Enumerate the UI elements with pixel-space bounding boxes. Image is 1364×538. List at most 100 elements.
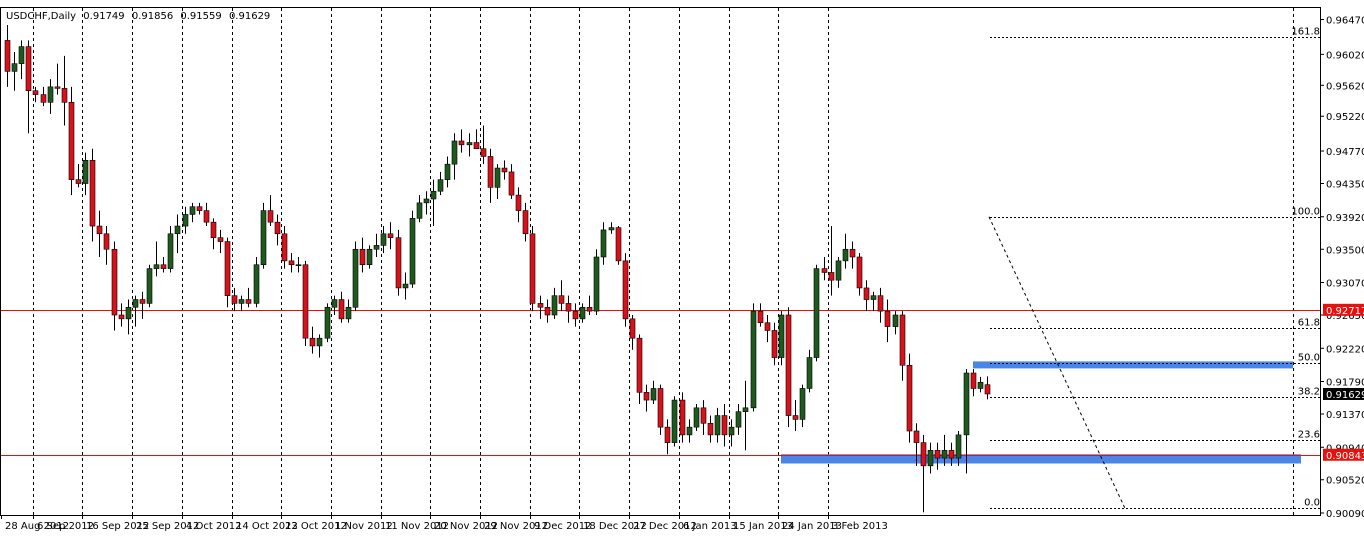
candle-body bbox=[700, 407, 707, 424]
candle bbox=[813, 264, 820, 362]
y-tick-label: 0.94770 bbox=[1326, 147, 1364, 158]
candle bbox=[792, 400, 799, 432]
candle-body bbox=[182, 214, 189, 227]
x-tick-label: 3 Feb 2013 bbox=[832, 521, 888, 532]
candle bbox=[238, 295, 245, 312]
y-tick-label: 0.92220 bbox=[1326, 344, 1364, 355]
candle bbox=[679, 392, 686, 443]
candle bbox=[430, 179, 437, 227]
fib-level-label: 50.0 bbox=[1298, 353, 1320, 364]
candle-body bbox=[480, 148, 487, 157]
candle-body bbox=[139, 299, 146, 304]
candle bbox=[387, 222, 394, 250]
candle bbox=[125, 299, 132, 335]
candle bbox=[608, 222, 615, 234]
candle bbox=[927, 442, 934, 474]
plot-border bbox=[0, 7, 1321, 516]
price-tag-label: 0.90843 bbox=[1326, 451, 1364, 462]
candle-body bbox=[96, 225, 103, 235]
candle bbox=[714, 407, 721, 443]
candle-body bbox=[671, 399, 678, 443]
candle bbox=[160, 256, 167, 273]
candle-body bbox=[941, 450, 948, 459]
candle-body bbox=[785, 314, 792, 416]
candle-body bbox=[884, 310, 891, 327]
candle-body bbox=[963, 372, 970, 436]
y-tick-label: 0.94350 bbox=[1326, 180, 1364, 191]
y-axis: 0.96470 0.96020 0.95620 0.95220 0.94770 0.943… bbox=[1320, 16, 1364, 520]
candle bbox=[331, 295, 338, 315]
candle-body bbox=[813, 268, 820, 358]
fib-level-label: 38.2 bbox=[1298, 387, 1320, 398]
y-tick-label: 0.91790 bbox=[1326, 378, 1364, 389]
candle-body bbox=[402, 283, 409, 289]
candle-body bbox=[288, 260, 295, 266]
candle bbox=[906, 353, 913, 443]
candle bbox=[508, 164, 515, 199]
candle bbox=[785, 307, 792, 428]
price-chart[interactable]: 161.8100.061.850.038.223.60.0 0.964700.9… bbox=[0, 0, 1364, 538]
candle bbox=[487, 148, 494, 203]
candle bbox=[480, 125, 487, 165]
candle-body bbox=[799, 388, 806, 420]
candle-body bbox=[32, 90, 39, 95]
candle-body bbox=[217, 237, 224, 242]
candle bbox=[806, 349, 813, 393]
y-tick-label: 0.95620 bbox=[1326, 81, 1364, 92]
candle-body bbox=[387, 233, 394, 238]
candle bbox=[735, 403, 742, 435]
candle-body bbox=[466, 142, 473, 146]
candle-body bbox=[750, 310, 757, 409]
candle bbox=[544, 299, 551, 323]
candle-body bbox=[686, 426, 693, 436]
candle-body bbox=[593, 256, 600, 312]
candle bbox=[934, 442, 941, 470]
ohlc-close: 0.91629 bbox=[229, 11, 270, 22]
candle-body bbox=[515, 194, 522, 211]
candle-body bbox=[792, 415, 799, 420]
candle-body bbox=[650, 388, 657, 401]
candle-body bbox=[721, 415, 728, 436]
candle bbox=[18, 40, 25, 80]
candle-body bbox=[537, 303, 544, 308]
candle-body bbox=[359, 248, 366, 266]
y-tick-label: 0.90520 bbox=[1326, 476, 1364, 487]
candle bbox=[778, 311, 785, 366]
candle-body bbox=[863, 287, 870, 300]
candle-body bbox=[231, 295, 238, 304]
candle bbox=[579, 303, 586, 323]
candle-body bbox=[47, 86, 54, 103]
candle-body bbox=[11, 63, 18, 72]
candle-body bbox=[757, 310, 764, 324]
candle-body bbox=[906, 364, 913, 432]
candle bbox=[182, 206, 189, 234]
candle bbox=[274, 214, 281, 246]
candle bbox=[451, 133, 458, 180]
candle-body bbox=[579, 306, 586, 320]
candle bbox=[920, 434, 927, 513]
candle-body bbox=[821, 268, 828, 273]
candle bbox=[40, 86, 47, 107]
candle-body bbox=[913, 430, 920, 443]
candle bbox=[189, 202, 196, 223]
candle bbox=[636, 334, 643, 404]
x-tick-label: 4 Oct 2012 bbox=[186, 521, 241, 532]
candle-body bbox=[61, 88, 68, 103]
candle bbox=[267, 195, 274, 227]
candle-body bbox=[955, 434, 962, 459]
candle bbox=[693, 403, 700, 432]
candle bbox=[352, 241, 359, 312]
candle-body bbox=[636, 337, 643, 393]
candle-body bbox=[196, 206, 203, 211]
candle bbox=[757, 303, 764, 327]
candle bbox=[856, 253, 863, 296]
candle-body bbox=[870, 295, 877, 300]
candle-body bbox=[664, 426, 671, 443]
candle-body bbox=[735, 411, 742, 428]
candle bbox=[863, 280, 870, 312]
candle-body bbox=[877, 295, 884, 312]
candle bbox=[224, 237, 231, 308]
candle-body bbox=[835, 260, 842, 281]
candle bbox=[600, 222, 607, 265]
candle bbox=[139, 291, 146, 319]
